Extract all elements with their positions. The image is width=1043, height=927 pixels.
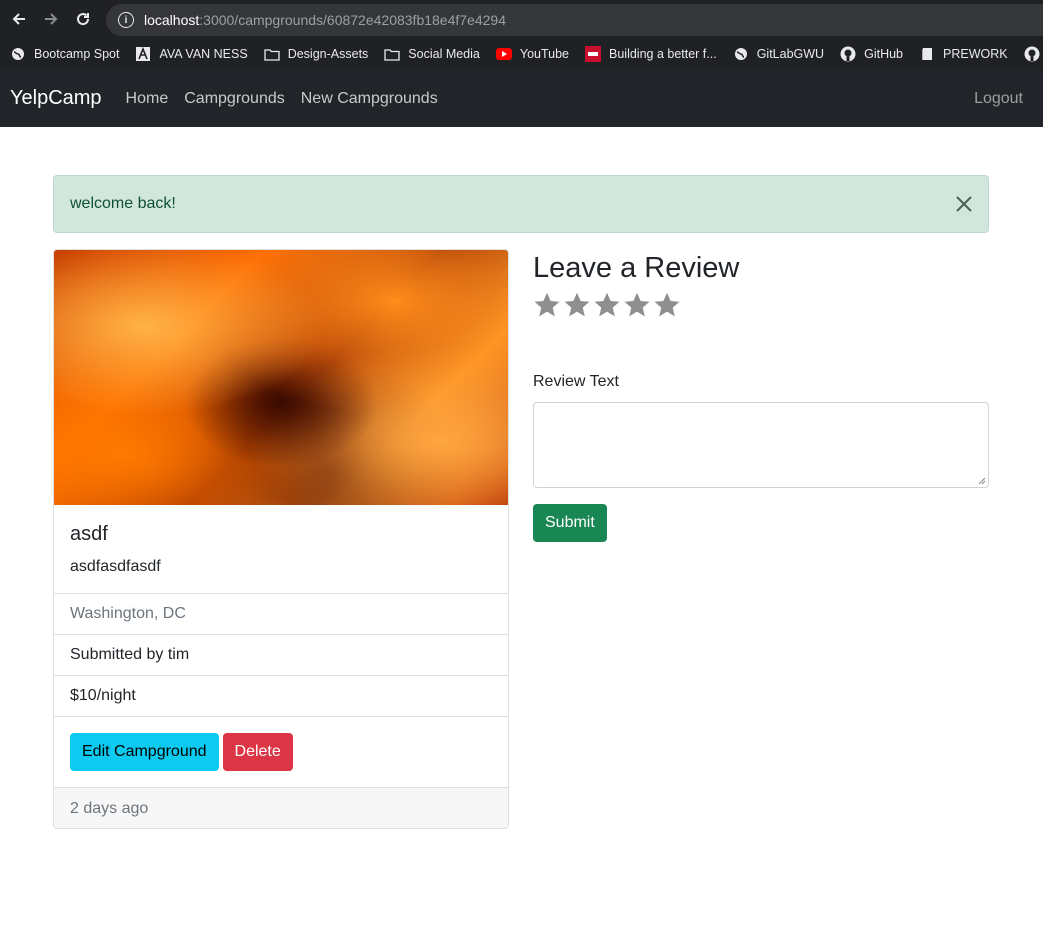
close-icon[interactable] <box>954 194 974 214</box>
logout-link[interactable]: Logout <box>974 90 1023 108</box>
campground-title: asdf <box>70 523 108 545</box>
star-icon[interactable] <box>653 291 681 319</box>
brand-link[interactable]: YelpCamp <box>10 87 102 110</box>
star-icon[interactable] <box>593 291 621 319</box>
site-icon <box>585 46 601 62</box>
campground-author: Submitted by tim <box>54 635 508 676</box>
browser-chrome: i localhost:3000/campgrounds/60872e42083… <box>0 0 1043 70</box>
folder-icon <box>384 46 400 62</box>
campground-card: asdf asdfasdfasdf Washington, DC Submitt… <box>53 249 509 829</box>
bookmark-github[interactable]: GitHub <box>840 46 903 62</box>
campground-image <box>54 250 508 505</box>
star-icon[interactable] <box>533 291 561 319</box>
book-icon <box>919 46 935 62</box>
url-path: :3000/campgrounds/60872e42083fb18e4f7e42… <box>199 12 506 28</box>
forward-arrow-icon[interactable] <box>40 8 62 30</box>
bookmark-prework[interactable]: PREWORK <box>919 46 1008 62</box>
url-host: localhost <box>144 12 200 28</box>
bookmark-design-assets[interactable]: Design-Assets <box>264 46 368 62</box>
bookmark-social-media[interactable]: Social Media <box>384 46 480 62</box>
bookmark-bootcamp-spot[interactable]: Bootcamp Spot <box>10 46 119 62</box>
bookmark-building-better[interactable]: Building a better f... <box>585 46 717 62</box>
bookmark-ava-van-ness[interactable]: AVA VAN NESS <box>135 46 248 62</box>
github-icon <box>840 46 856 62</box>
review-text-label: Review Text <box>533 373 619 390</box>
github-icon[interactable] <box>1024 46 1040 62</box>
resize-handle-icon[interactable] <box>978 477 986 485</box>
back-arrow-icon[interactable] <box>8 8 30 30</box>
star-icon[interactable] <box>563 291 591 319</box>
delete-button[interactable]: Delete <box>222 733 293 771</box>
app-navbar: YelpCamp Home Campgrounds New Campground… <box>0 70 1043 127</box>
address-bar[interactable]: i localhost:3000/campgrounds/60872e42083… <box>106 4 1043 36</box>
globe-icon <box>733 46 749 62</box>
nav-home[interactable]: Home <box>126 90 169 108</box>
reload-icon[interactable] <box>72 8 94 30</box>
globe-icon <box>10 46 26 62</box>
bookmark-youtube[interactable]: YouTube <box>495 46 569 62</box>
card-body: asdf asdfasdfasdf <box>54 505 508 594</box>
success-alert: welcome back! <box>53 175 989 233</box>
review-text-input[interactable] <box>533 402 989 488</box>
submit-button[interactable]: Submit <box>533 504 607 542</box>
campground-location: Washington, DC <box>54 594 508 635</box>
card-actions: Edit Campground Delete <box>54 717 508 788</box>
star-icon[interactable] <box>623 291 651 319</box>
info-icon[interactable]: i <box>118 12 134 28</box>
bookmarks-bar: Bootcamp Spot AVA VAN NESS Design-Assets… <box>0 38 1043 70</box>
nav-new-campgrounds[interactable]: New Campgrounds <box>301 90 438 108</box>
review-heading: Leave a Review <box>533 252 740 284</box>
alert-message: welcome back! <box>70 195 176 212</box>
bookmark-gitlabgwu[interactable]: GitLabGWU <box>733 46 824 62</box>
review-form: Leave a Review Review Text Submit <box>533 250 989 542</box>
star-rating[interactable] <box>533 291 989 319</box>
youtube-icon <box>495 46 512 62</box>
folder-icon <box>264 46 280 62</box>
campground-price: $10/night <box>54 676 508 717</box>
card-footer-timestamp: 2 days ago <box>54 788 508 828</box>
nav-campgrounds[interactable]: Campgrounds <box>184 90 285 108</box>
edit-campground-button[interactable]: Edit Campground <box>70 733 219 771</box>
campground-description: asdfasdfasdf <box>70 558 161 575</box>
ava-logo-icon <box>135 46 151 62</box>
